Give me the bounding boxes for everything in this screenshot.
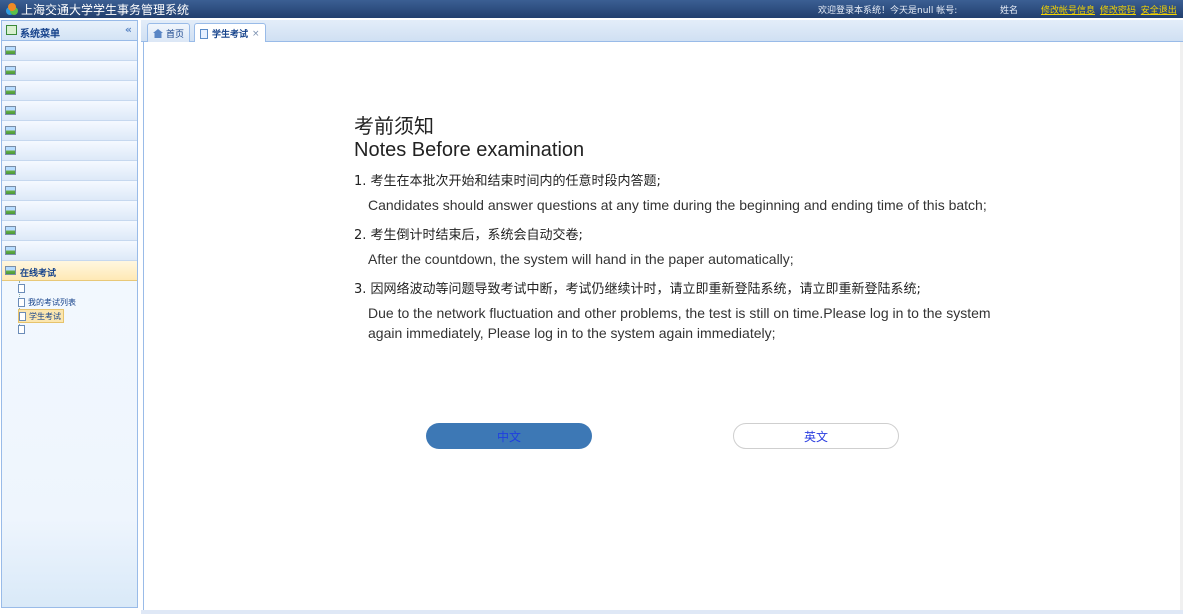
note-text-cn: 3. 因网络波动等问题导致考试中断，考试仍继续计时，请立即重新登陆系统，请立即重… bbox=[354, 282, 921, 297]
tree-node[interactable] bbox=[18, 282, 28, 294]
sidebar-item[interactable] bbox=[2, 161, 137, 181]
image-icon bbox=[5, 166, 16, 175]
sidebar-item[interactable] bbox=[2, 121, 137, 141]
exam-notes: 考前须知 Notes Before examination 1. 考生在本批次开… bbox=[354, 114, 994, 355]
image-icon bbox=[5, 266, 16, 275]
sidebar: 系统菜单 « 在线考试 我的考试列表 学生考试 bbox=[1, 20, 138, 608]
user-name-label: 姓名 bbox=[1000, 6, 1019, 16]
tree-node-my-exam-list[interactable]: 我的考试列表 bbox=[18, 296, 76, 308]
collapse-icon[interactable]: « bbox=[125, 23, 132, 36]
document-icon bbox=[18, 324, 25, 334]
tab-label: 学生考试 bbox=[212, 30, 249, 40]
menu-icon bbox=[6, 25, 17, 35]
image-icon bbox=[5, 126, 16, 135]
sidebar-item[interactable] bbox=[2, 201, 137, 221]
sidebar-item[interactable] bbox=[2, 41, 137, 61]
sidebar-item[interactable] bbox=[2, 61, 137, 81]
tab-student-exam[interactable]: 学生考试 × bbox=[194, 23, 266, 43]
tree-node[interactable] bbox=[18, 323, 28, 335]
image-icon bbox=[5, 86, 16, 95]
document-icon bbox=[19, 311, 26, 321]
image-icon bbox=[5, 46, 16, 55]
image-icon bbox=[5, 66, 16, 75]
tree-node-label: 我的考试列表 bbox=[28, 297, 76, 307]
tree-node-student-exam[interactable]: 学生考试 bbox=[18, 309, 64, 323]
tab-label: 首页 bbox=[166, 29, 185, 40]
note-text-cn: 1. 考生在本批次开始和结束时间内的任意时段内答题; bbox=[354, 174, 661, 189]
note-text-cn: 2. 考生倒计时结束后，系统会自动交卷; bbox=[354, 228, 583, 243]
app-title: 上海交通大学学生事务管理系统 bbox=[21, 3, 190, 17]
image-icon bbox=[5, 206, 16, 215]
sidebar-item[interactable] bbox=[2, 141, 137, 161]
note-item: 3. 因网络波动等问题导致考试中断，考试仍继续计时，请立即重新登陆系统，请立即重… bbox=[354, 281, 994, 343]
image-icon bbox=[5, 106, 16, 115]
sidebar-item[interactable] bbox=[2, 181, 137, 201]
edit-account-link[interactable]: 修改帐号信息 bbox=[1041, 6, 1095, 16]
note-item: 1. 考生在本批次开始和结束时间内的任意时段内答题; Candidates sh… bbox=[354, 173, 994, 215]
home-icon bbox=[153, 28, 163, 38]
note-text-en: Candidates should answer questions at an… bbox=[368, 197, 987, 213]
close-icon[interactable]: × bbox=[252, 29, 260, 39]
tree-node-label: 学生考试 bbox=[29, 311, 61, 321]
sidebar-item[interactable] bbox=[2, 221, 137, 241]
document-icon bbox=[18, 283, 25, 293]
notes-title-cn: 考前须知 bbox=[354, 114, 434, 138]
sidebar-title: 系统菜单 bbox=[20, 29, 60, 40]
sidebar-tree: 我的考试列表 学生考试 bbox=[2, 281, 137, 351]
sidebar-item[interactable] bbox=[2, 101, 137, 121]
sidebar-item[interactable] bbox=[2, 241, 137, 261]
english-button[interactable]: 英文 bbox=[733, 423, 899, 449]
notes-title-en: Notes Before examination bbox=[354, 139, 585, 161]
logo-icon bbox=[6, 3, 18, 15]
doc-icon bbox=[200, 28, 208, 39]
logout-link[interactable]: 安全退出 bbox=[1141, 6, 1177, 16]
document-icon bbox=[18, 297, 25, 307]
note-text-en: Due to the network fluctuation and other… bbox=[368, 305, 991, 341]
tab-bar: 首页 学生考试 × bbox=[141, 20, 1183, 43]
sidebar-item[interactable] bbox=[2, 81, 137, 101]
note-text-en: After the countdown, the system will han… bbox=[368, 251, 794, 267]
image-icon bbox=[5, 186, 16, 195]
sidebar-item-online-exam[interactable]: 在线考试 bbox=[2, 261, 137, 281]
sidebar-header: 系统菜单 « bbox=[2, 21, 137, 41]
sidebar-item-label: 在线考试 bbox=[20, 269, 57, 279]
tab-home[interactable]: 首页 bbox=[147, 23, 191, 42]
chinese-button[interactable]: 中文 bbox=[426, 423, 592, 449]
note-item: 2. 考生倒计时结束后，系统会自动交卷; After the countdown… bbox=[354, 227, 994, 269]
main-content: 考前须知 Notes Before examination 1. 考生在本批次开… bbox=[143, 42, 1183, 610]
top-header: 上海交通大学学生事务管理系统 欢迎登录本系统！今天是null 帐号: 姓名 修改… bbox=[0, 0, 1183, 18]
image-icon bbox=[5, 146, 16, 155]
image-icon bbox=[5, 226, 16, 235]
welcome-text: 欢迎登录本系统！今天是null 帐号: bbox=[818, 6, 958, 16]
bottom-bar bbox=[141, 610, 1183, 614]
image-icon bbox=[5, 246, 16, 255]
change-password-link[interactable]: 修改密码 bbox=[1100, 6, 1136, 16]
header-links: 修改帐号信息 修改密码 安全退出 bbox=[1041, 3, 1179, 16]
